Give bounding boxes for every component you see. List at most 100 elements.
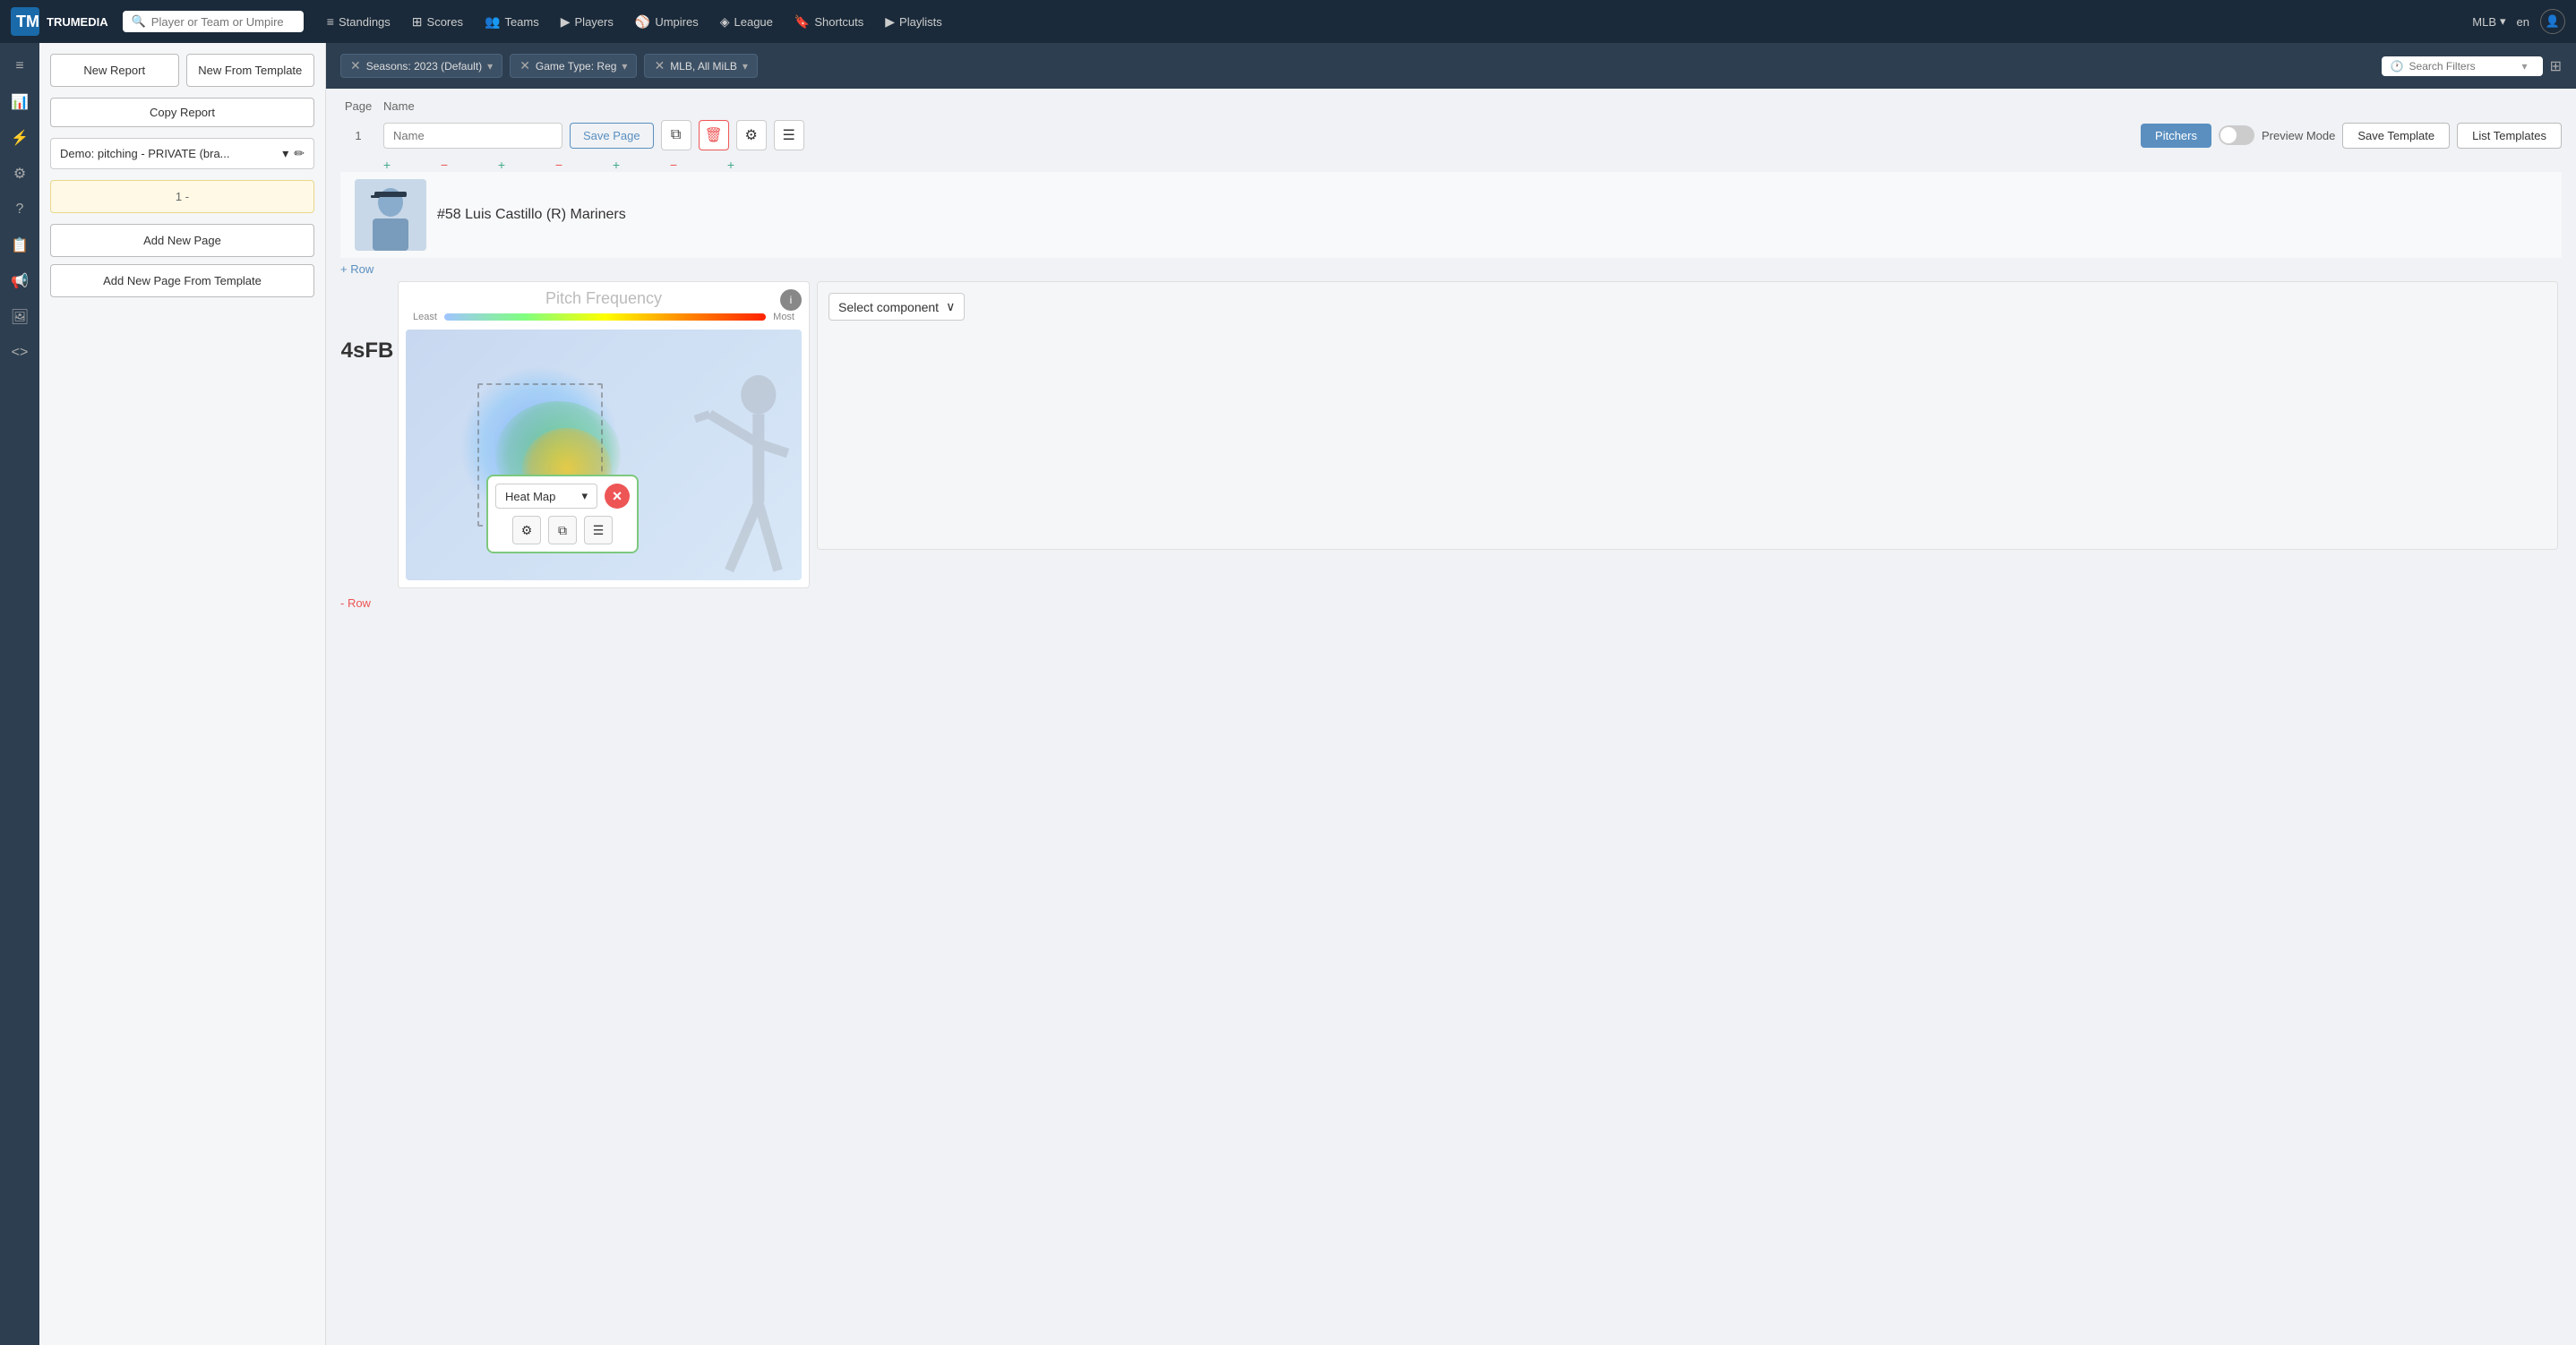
filter-league[interactable]: ✕ MLB, All MiLB ▾	[644, 54, 757, 78]
popup-select[interactable]: Heat Map ▾	[495, 484, 597, 509]
list-templates-button[interactable]: List Templates	[2457, 123, 2562, 149]
reorder-page-icon[interactable]: ☰	[774, 120, 804, 150]
save-page-button[interactable]: Save Page	[570, 123, 654, 149]
scores-icon: ⊞	[412, 14, 423, 30]
remove-col-2-icon[interactable]: −	[548, 158, 570, 172]
demo-label: Demo: pitching - PRIVATE (bra...	[60, 147, 230, 160]
remove-col-3-icon[interactable]: −	[663, 158, 684, 172]
umpires-icon: ⚾	[635, 14, 650, 30]
user-icon[interactable]: 👤	[2540, 9, 2565, 34]
panel-top-buttons: New Report New From Template	[50, 54, 314, 87]
filter-expand-icon[interactable]: ⊞	[2550, 57, 2562, 75]
preview-mode-label: Preview Mode	[2262, 129, 2335, 142]
filter-game-type[interactable]: ✕ Game Type: Reg ▾	[510, 54, 637, 78]
filter-search-bar[interactable]: 🕐 ▾	[2382, 56, 2543, 76]
select-component-button[interactable]: Select component ∨	[829, 293, 965, 321]
legend-gradient	[444, 313, 766, 321]
league-label: League	[734, 15, 773, 29]
demo-selector[interactable]: Demo: pitching - PRIVATE (bra... ▾ ✏	[50, 138, 314, 169]
remove-col-1-icon[interactable]: −	[434, 158, 455, 172]
sidebar-settings-icon[interactable]: ⚙	[4, 158, 36, 190]
nav-players[interactable]: ▶ Players	[552, 9, 623, 35]
main-content: ✕ Seasons: 2023 (Default) ▾ ✕ Game Type:…	[326, 43, 2576, 1345]
settings-page-icon[interactable]: ⚙	[736, 120, 767, 150]
search-input[interactable]	[151, 15, 295, 29]
page-name-input[interactable]	[383, 123, 562, 149]
nav-playlists[interactable]: ▶ Playlists	[876, 9, 950, 35]
remove-league-icon[interactable]: ✕	[654, 58, 665, 73]
page-item[interactable]: 1 -	[50, 180, 314, 213]
toggle-knob	[2220, 127, 2237, 143]
add-col-3-icon[interactable]: +	[605, 158, 627, 172]
sidebar-chart-icon[interactable]: 📊	[4, 86, 36, 118]
history-icon: 🕐	[2391, 60, 2404, 73]
league-chevron-icon: ▾	[743, 60, 748, 73]
copy-report-button[interactable]: Copy Report	[50, 98, 314, 127]
save-template-button[interactable]: Save Template	[2342, 123, 2450, 149]
delete-page-icon[interactable]: 🗑	[699, 120, 729, 150]
scores-label: Scores	[427, 15, 463, 29]
search-bar[interactable]: 🔍	[123, 11, 304, 32]
nav-umpires[interactable]: ⚾ Umpires	[626, 9, 708, 35]
sidebar-menu-icon[interactable]: ≡	[4, 50, 36, 82]
new-report-button[interactable]: New Report	[50, 54, 179, 87]
nav-scores[interactable]: ⊞ Scores	[403, 9, 472, 35]
add-col-1-icon[interactable]: +	[376, 158, 398, 172]
pitch-label-area: 4sFB	[340, 278, 394, 371]
mlb-chevron-icon: ▾	[2500, 14, 2506, 29]
mlb-badge[interactable]: MLB ▾	[2472, 14, 2505, 29]
name-col-label: Name	[383, 99, 415, 113]
select-component-chevron-icon: ∨	[946, 299, 955, 314]
nav-teams[interactable]: 👥 Teams	[476, 9, 548, 35]
page-header-row: Page Name	[340, 89, 2562, 120]
add-new-page-from-template-button[interactable]: Add New Page From Template	[50, 264, 314, 297]
nav-league[interactable]: ◈ League	[711, 9, 782, 35]
preview-mode-toggle[interactable]	[2219, 125, 2254, 145]
content-row: 4sFB i Pitch Frequency Least Most	[340, 278, 2562, 592]
sidebar-code-icon[interactable]: <>	[4, 337, 36, 369]
playlists-label: Playlists	[899, 15, 942, 29]
filter-search-input[interactable]	[2409, 60, 2517, 73]
sidebar-list-icon[interactable]: 📋	[4, 229, 36, 261]
popup-settings-icon[interactable]: ⚙	[512, 516, 541, 544]
lang-label[interactable]: en	[2517, 15, 2529, 29]
info-button[interactable]: i	[780, 289, 802, 311]
sidebar-help-icon[interactable]: ?	[4, 193, 36, 226]
remove-seasons-icon[interactable]: ✕	[350, 58, 361, 73]
filter-seasons[interactable]: ✕ Seasons: 2023 (Default) ▾	[340, 54, 502, 78]
copy-page-icon[interactable]: ⧉	[661, 120, 691, 150]
nav-items: ≡ Standings ⊞ Scores 👥 Teams ▶ Players ⚾…	[318, 9, 2458, 35]
popup-copy-icon[interactable]: ⧉	[548, 516, 577, 544]
remove-game-type-icon[interactable]: ✕	[519, 58, 530, 73]
league-filter-label: MLB, All MiLB	[670, 60, 737, 73]
pitch-label: 4sFB	[334, 331, 401, 371]
player-header: #58 Luis Castillo (R) Mariners	[340, 172, 2562, 258]
component-popup: Heat Map ▾ × ⚙ ⧉ ☰	[486, 475, 639, 553]
add-new-page-button[interactable]: Add New Page	[50, 224, 314, 257]
sidebar-image-icon[interactable]: 🖼	[4, 301, 36, 333]
edit-icon[interactable]: ✏	[294, 146, 305, 161]
new-from-template-button[interactable]: New From Template	[186, 54, 315, 87]
sidebar-megaphone-icon[interactable]: 📢	[4, 265, 36, 297]
sidebar-bolt-icon[interactable]: ⚡	[4, 122, 36, 154]
page-editor: Page Name 1 Save Page ⧉ 🗑 ⚙ ☰ Pitchers P…	[326, 89, 2576, 626]
playlists-icon: ▶	[885, 14, 895, 30]
umpires-label: Umpires	[655, 15, 698, 29]
popup-close-button[interactable]: ×	[605, 484, 630, 509]
nav-right: MLB ▾ en 👤	[2472, 9, 2565, 34]
popup-filter-icon[interactable]: ☰	[584, 516, 613, 544]
add-row-button[interactable]: + Row	[340, 259, 374, 279]
teams-label: Teams	[504, 15, 538, 29]
heatmap-visual: Heat Map ▾ × ⚙ ⧉ ☰	[406, 330, 802, 580]
remove-row-button[interactable]: - Row	[340, 593, 371, 613]
nav-standings[interactable]: ≡ Standings	[318, 9, 399, 34]
add-col-4-icon[interactable]: +	[720, 158, 742, 172]
seasons-chevron-icon: ▾	[487, 60, 493, 73]
add-col-2-icon[interactable]: +	[491, 158, 512, 172]
pitchers-button[interactable]: Pitchers	[2141, 124, 2211, 148]
popup-row: Heat Map ▾ ×	[495, 484, 630, 509]
remove-row-area: - Row	[340, 592, 2562, 612]
left-sidebar: ≡ 📊 ⚡ ⚙ ? 📋 📢 🖼 <>	[0, 43, 39, 1345]
game-type-label: Game Type: Reg	[536, 60, 617, 73]
nav-shortcuts[interactable]: 🔖 Shortcuts	[786, 9, 872, 35]
